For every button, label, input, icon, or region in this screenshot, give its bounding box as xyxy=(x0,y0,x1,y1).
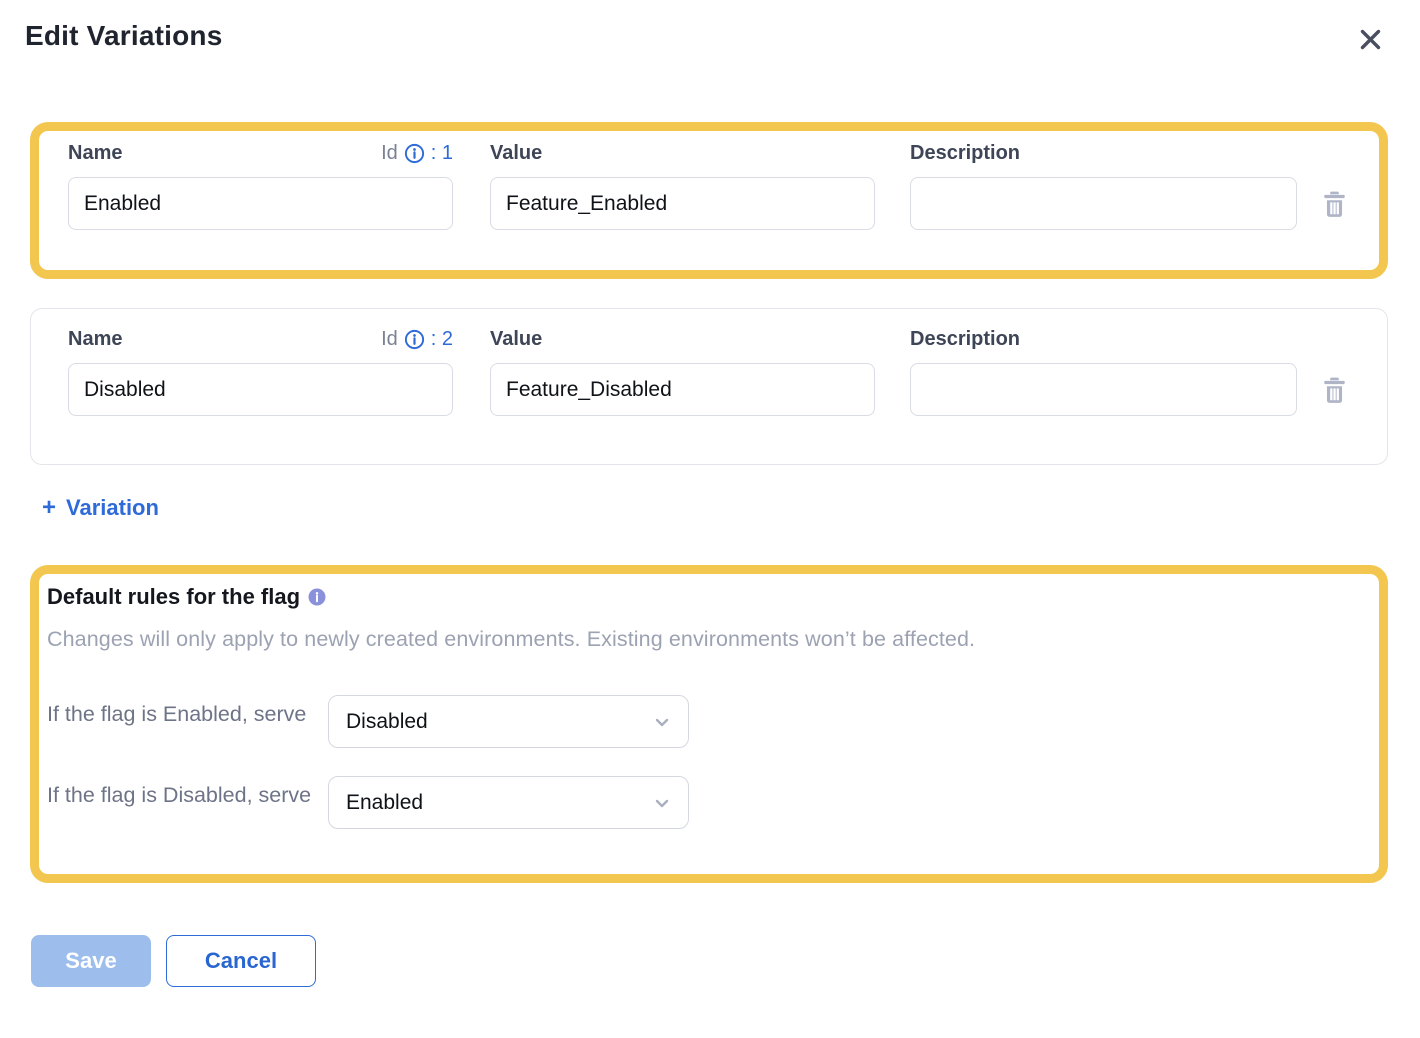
value-column-label: Value xyxy=(490,142,542,165)
modal-footer: Save Cancel xyxy=(31,935,1420,987)
page-title: Edit Variations xyxy=(25,20,223,52)
default-rules-section: Default rules for the flag Changes will … xyxy=(30,565,1388,883)
delete-variation-button[interactable] xyxy=(1321,376,1348,404)
trash-icon xyxy=(1321,190,1348,218)
value-column-label: Value xyxy=(490,328,542,351)
plus-icon: + xyxy=(42,497,56,519)
variation-name-input[interactable] xyxy=(68,363,453,416)
add-variation-button[interactable]: + Variation xyxy=(42,495,159,521)
variation-value-input[interactable] xyxy=(490,177,875,230)
description-column-label: Description xyxy=(910,328,1020,351)
name-column-label: Name xyxy=(68,328,122,351)
variation-id: Id : 2 xyxy=(381,328,453,351)
save-button[interactable]: Save xyxy=(31,935,151,987)
rule-disabled-label: If the flag is Disabled, serve xyxy=(47,780,315,811)
trash-icon xyxy=(1321,376,1348,404)
description-column-label: Description xyxy=(910,142,1020,165)
rule-enabled-label: If the flag is Enabled, serve xyxy=(47,699,315,730)
chevron-down-icon xyxy=(650,710,674,734)
info-icon[interactable] xyxy=(403,142,426,165)
chevron-down-icon xyxy=(650,791,674,815)
selected-value: Disabled xyxy=(346,710,428,734)
close-icon xyxy=(1357,26,1384,53)
add-variation-label: Variation xyxy=(66,495,159,521)
serve-when-disabled-select[interactable]: Enabled xyxy=(328,776,689,829)
close-button[interactable] xyxy=(1353,22,1388,57)
default-rules-title: Default rules for the flag xyxy=(47,584,300,610)
variation-value-input[interactable] xyxy=(490,363,875,416)
variation-name-input[interactable] xyxy=(68,177,453,230)
variation-card-1: Name Id : 1 xyxy=(30,122,1388,279)
info-filled-icon[interactable] xyxy=(308,588,326,606)
variation-card-2: Name Id : 2 xyxy=(30,308,1388,465)
edit-variations-modal: Edit Variations Name Id xyxy=(0,0,1420,1038)
variation-description-input[interactable] xyxy=(910,177,1297,230)
cancel-button[interactable]: Cancel xyxy=(166,935,316,987)
default-rules-note: Changes will only apply to newly created… xyxy=(47,627,1359,652)
selected-value: Enabled xyxy=(346,791,423,815)
info-icon[interactable] xyxy=(403,328,426,351)
delete-variation-button[interactable] xyxy=(1321,190,1348,218)
modal-header: Edit Variations xyxy=(0,0,1420,57)
variation-description-input[interactable] xyxy=(910,363,1297,416)
serve-when-enabled-select[interactable]: Disabled xyxy=(328,695,689,748)
name-column-label: Name xyxy=(68,142,122,165)
variation-id: Id : 1 xyxy=(381,142,453,165)
